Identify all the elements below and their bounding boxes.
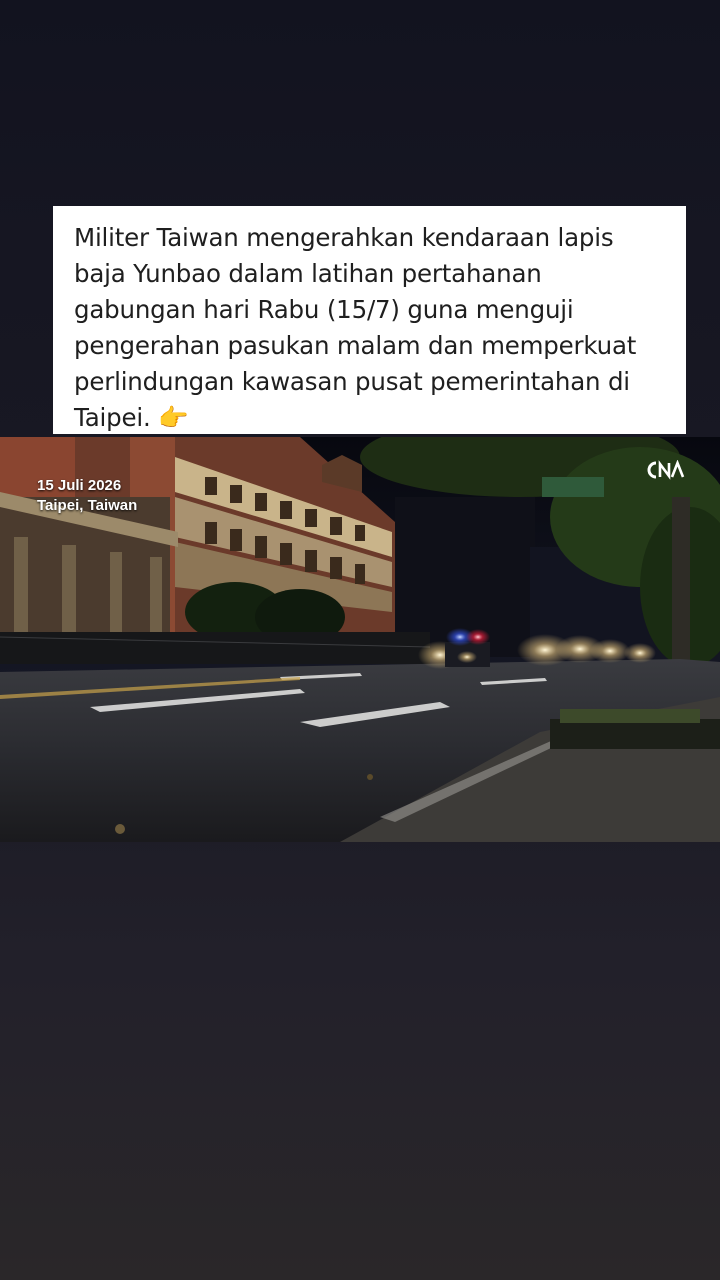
- cna-logo-icon: [647, 460, 685, 480]
- news-video-frame[interactable]: 15 Juli 2026 Taipei, Taiwan: [0, 437, 720, 842]
- date-location-overlay: 15 Juli 2026 Taipei, Taiwan: [37, 476, 137, 516]
- video-date: 15 Juli 2026: [37, 477, 122, 494]
- caption-card: Militer Taiwan mengerahkan kendaraan lap…: [53, 206, 686, 434]
- caption-text: Militer Taiwan mengerahkan kendaraan lap…: [74, 223, 637, 432]
- video-location: Taipei, Taiwan: [37, 497, 138, 514]
